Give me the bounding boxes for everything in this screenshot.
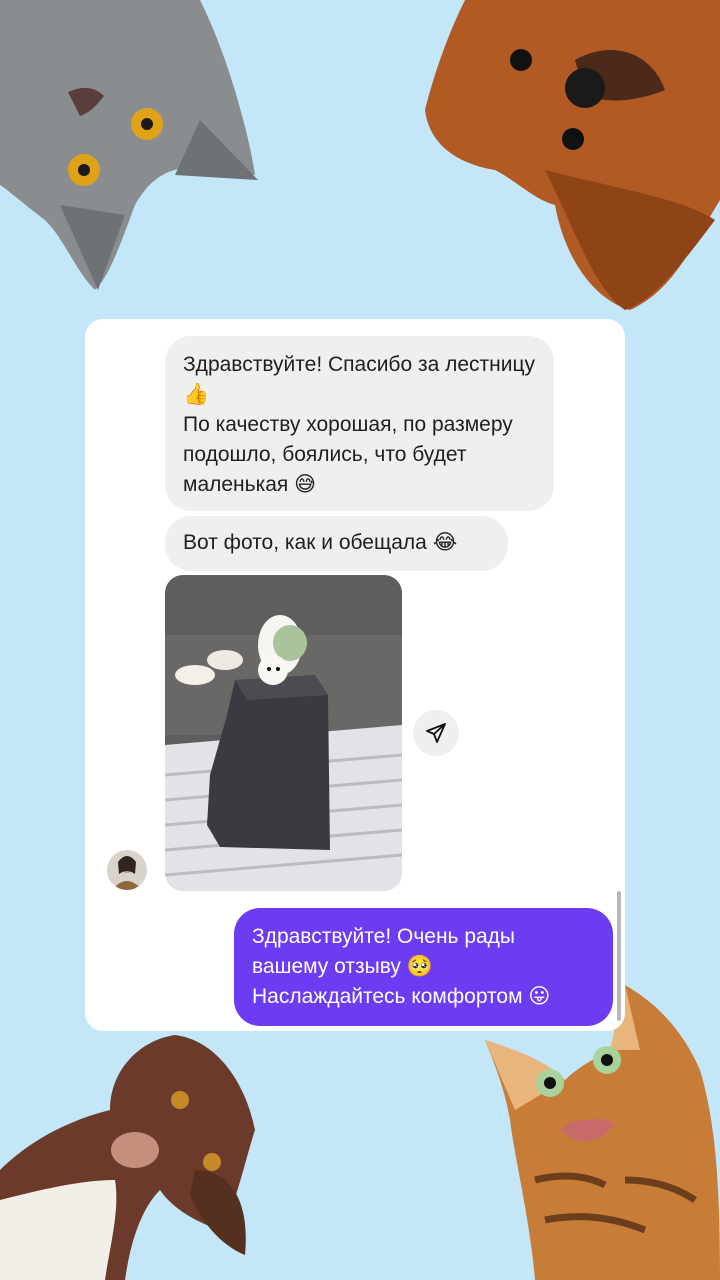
share-button[interactable] <box>413 710 459 756</box>
dog-on-pet-stairs-photo[interactable] <box>165 575 402 891</box>
brown-white-dog-illustration <box>0 1035 255 1280</box>
incoming-message-2: Вот фото, как и обещала 😂 <box>165 516 508 571</box>
red-spaniel-dog-illustration <box>425 0 720 310</box>
paper-plane-icon <box>426 723 446 743</box>
chat-window: Здравствуйте! Спасибо за лестницу 👍 По к… <box>85 319 625 1031</box>
sender-avatar[interactable] <box>107 850 147 890</box>
chat-scrollbar[interactable] <box>617 891 621 1021</box>
incoming-message-1: Здравствуйте! Спасибо за лестницу 👍 По к… <box>165 336 554 511</box>
grey-cat-illustration <box>0 0 258 290</box>
outgoing-message-1: Здравствуйте! Очень рады вашему отзыву 🥺… <box>234 908 613 1026</box>
